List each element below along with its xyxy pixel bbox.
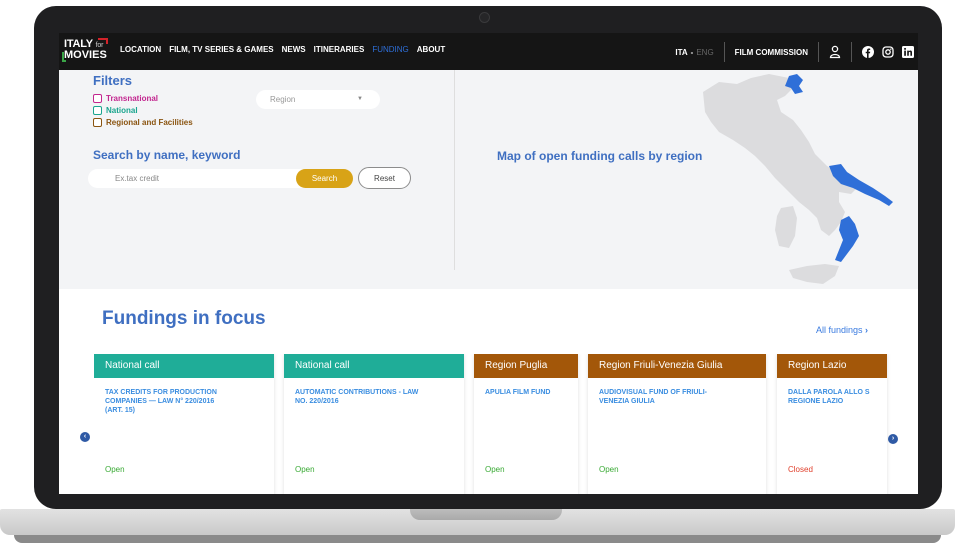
laptop-base-notch — [410, 509, 562, 520]
nav-film-tv-games[interactable]: FILM, TV SERIES & GAMES — [169, 45, 273, 54]
checkbox-label-regional: Regional and Facilities — [106, 118, 193, 127]
funding-card[interactable]: Region Puglia APULIA FILM FUND Open — [474, 354, 578, 494]
facebook-icon[interactable] — [862, 46, 874, 58]
user-icon[interactable] — [829, 45, 841, 59]
map-sardinia — [775, 206, 797, 248]
nav-divider — [723, 42, 725, 62]
card-header: National call — [94, 354, 274, 378]
instagram-icon[interactable] — [882, 46, 894, 58]
nav-right: ITA - ENG FILM COMMISSION — [675, 40, 914, 64]
linkedin-icon[interactable] — [902, 46, 914, 58]
funding-card[interactable]: National call TAX CREDITS FOR PRODUCTION… — [94, 354, 274, 494]
card-title[interactable]: AUDIOVISUAL FUND OF FRIULI- VENEZIA GIUL… — [588, 378, 766, 450]
nav-itineraries[interactable]: ITINERARIES — [314, 45, 365, 54]
card-header: National call — [284, 354, 464, 378]
card-title[interactable]: APULIA FILM FUND — [474, 378, 578, 450]
logo-movies: MOVIES — [64, 49, 107, 61]
italy-regions-map[interactable] — [689, 70, 918, 289]
panel-divider — [454, 70, 455, 270]
funding-card[interactable]: National call AUTOMATIC CONTRIBUTIONS - … — [284, 354, 464, 494]
checkbox-label-national: National — [106, 106, 138, 115]
checkbox-national[interactable] — [93, 106, 102, 115]
nav-location[interactable]: LOCATION — [120, 45, 161, 54]
fundings-title: Fundings in focus — [102, 308, 266, 329]
lang-ita[interactable]: ITA — [675, 48, 687, 57]
card-status: Closed — [788, 465, 813, 474]
chevron-right-icon: › — [865, 325, 869, 335]
laptop-base-edge — [14, 535, 941, 543]
social-links — [862, 46, 914, 58]
funding-card[interactable]: Region Lazio DALLA PAROLA ALLO S REGIONE… — [777, 354, 887, 494]
carousel-prev-button[interactable]: ‹ — [80, 432, 90, 442]
card-header: Region Lazio — [777, 354, 887, 378]
map-sicily — [789, 264, 839, 284]
nav-divider — [818, 42, 819, 62]
funding-card[interactable]: Region Friuli-Venezia Giulia AUDIOVISUAL… — [588, 354, 766, 494]
checkbox-regional[interactable] — [93, 118, 102, 127]
top-navbar: ITALY for MOVIES LOCATION FILM, TV SERIE… — [59, 33, 918, 70]
map-title: Map of open funding calls by region — [497, 149, 703, 163]
card-status: Open — [105, 465, 125, 474]
filter-transnational[interactable]: Transnational — [93, 94, 158, 103]
region-select[interactable]: Region ▼ — [256, 90, 380, 109]
filters-panel: Filters Transnational National Regional … — [59, 70, 918, 289]
fundings-carousel: National call TAX CREDITS FOR PRODUCTION… — [94, 354, 918, 494]
carousel-next-button[interactable]: › — [888, 434, 898, 444]
search-title: Search by name, keyword — [93, 148, 241, 162]
card-title[interactable]: DALLA PAROLA ALLO S REGIONE LAZIO — [777, 378, 887, 450]
film-commission-link[interactable]: FILM COMMISSION — [735, 48, 808, 57]
card-status: Open — [295, 465, 315, 474]
nav-about[interactable]: ABOUT — [417, 45, 445, 54]
italy-for-movies-logo[interactable]: ITALY for MOVIES — [62, 38, 114, 64]
nav-news[interactable]: NEWS — [282, 45, 306, 54]
card-status: Open — [485, 465, 505, 474]
search-button[interactable]: Search — [296, 169, 353, 188]
main-nav: LOCATION FILM, TV SERIES & GAMES NEWS IT… — [120, 45, 445, 54]
checkbox-transnational[interactable] — [93, 94, 102, 103]
chevron-down-icon: ▼ — [357, 96, 363, 102]
logo-for: for — [95, 42, 104, 49]
lang-eng[interactable]: ENG — [696, 48, 713, 57]
all-fundings-label: All fundings — [816, 325, 863, 335]
all-fundings-link[interactable]: All fundings › — [816, 325, 868, 335]
card-header: Region Friuli-Venezia Giulia — [588, 354, 766, 378]
card-header: Region Puglia — [474, 354, 578, 378]
filters-title: Filters — [93, 73, 133, 88]
checkbox-label-transnational: Transnational — [106, 94, 159, 103]
reset-button[interactable]: Reset — [358, 167, 411, 189]
filter-national[interactable]: National — [93, 106, 138, 115]
card-title[interactable]: TAX CREDITS FOR PRODUCTION COMPANIES — L… — [94, 378, 274, 450]
card-status: Open — [599, 465, 619, 474]
browser-screen: ITALY for MOVIES LOCATION FILM, TV SERIE… — [59, 33, 918, 494]
lang-separator: - — [690, 47, 694, 57]
nav-divider — [851, 42, 852, 62]
camera-icon — [479, 12, 490, 23]
region-select-placeholder: Region — [270, 95, 296, 104]
nav-funding[interactable]: FUNDING — [372, 45, 408, 54]
filter-regional[interactable]: Regional and Facilities — [93, 118, 193, 127]
card-title[interactable]: AUTOMATIC CONTRIBUTIONS - LAW NO. 220/20… — [284, 378, 464, 450]
search-input[interactable]: Ex.tax credit — [88, 169, 303, 188]
